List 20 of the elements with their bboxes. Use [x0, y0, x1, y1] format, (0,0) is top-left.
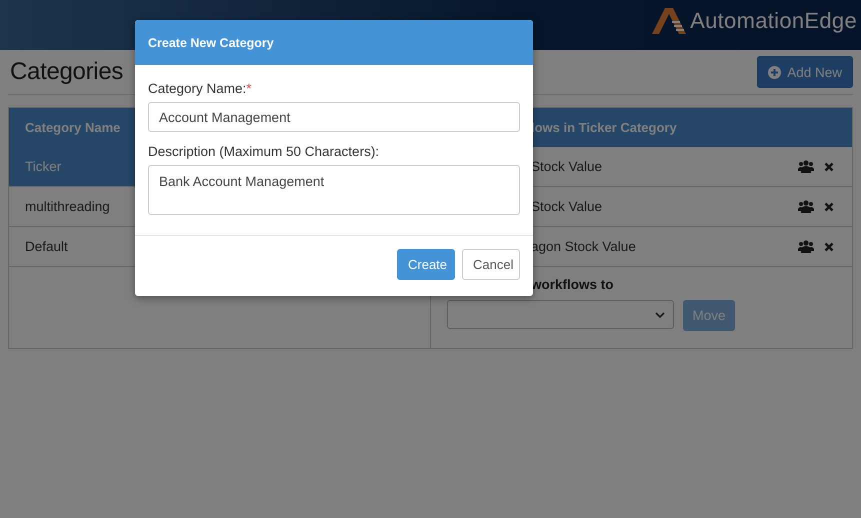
- workflow-name: Stock Value: [531, 199, 604, 214]
- field-label: Description (Maximum 50 Characters):: [148, 144, 380, 159]
- close-icon[interactable]: [824, 202, 834, 212]
- chevron-down-icon: [655, 312, 665, 318]
- page-title: Categories: [10, 58, 124, 86]
- workflow-name: Stock Value: [531, 159, 604, 174]
- move-label: workflows to: [530, 277, 615, 292]
- dialog-title: Create New Category: [135, 20, 533, 65]
- cancel-button[interactable]: Cancel: [462, 249, 520, 280]
- category-name-field[interactable]: Account Management: [148, 102, 520, 132]
- close-icon[interactable]: [824, 162, 834, 172]
- field-label: Category Name:*: [148, 81, 253, 96]
- plus-circle-icon: [768, 66, 782, 78]
- users-icon[interactable]: [798, 240, 814, 253]
- close-icon[interactable]: [824, 242, 834, 252]
- logo-text: AutomationEdge: [690, 8, 857, 34]
- users-icon[interactable]: [798, 200, 814, 213]
- description-field[interactable]: Bank Account Management: [148, 165, 520, 215]
- logo-icon: [652, 8, 686, 34]
- users-icon[interactable]: [798, 160, 814, 173]
